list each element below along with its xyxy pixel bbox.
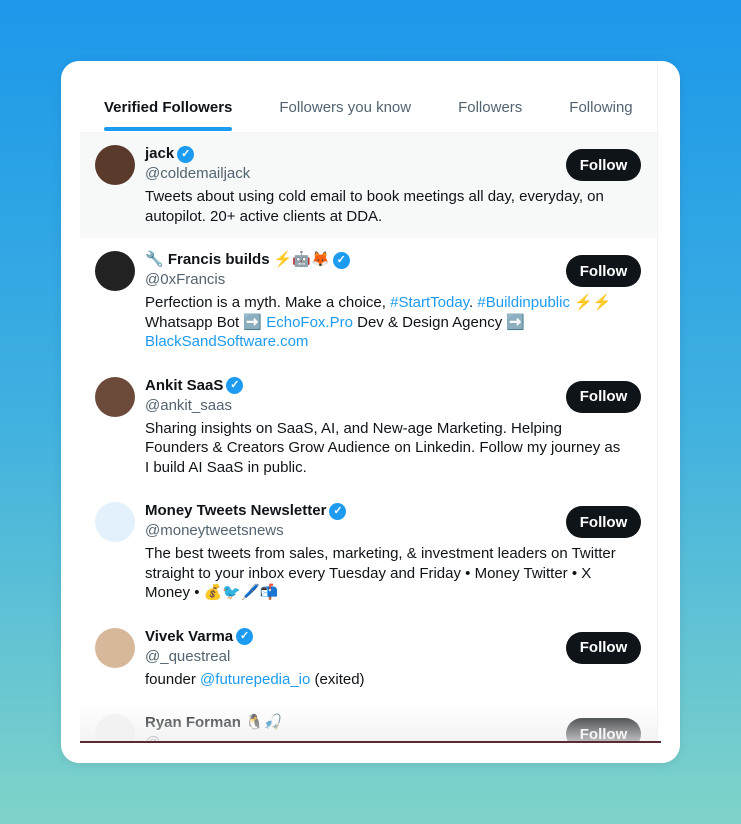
- follow-button[interactable]: Follow: [566, 506, 641, 538]
- bio-link[interactable]: #Buildinpublic: [477, 294, 570, 311]
- followers-panel: Verified Followers Followers you know Foll…: [80, 61, 658, 743]
- list-item[interactable]: Money Tweets Newsletter ✓ @moneytweetsnew…: [80, 489, 657, 615]
- tab-followers[interactable]: Followers: [458, 61, 522, 132]
- verified-badge-icon: ✓: [177, 145, 195, 163]
- tab-following[interactable]: Following: [569, 61, 632, 132]
- bio-link[interactable]: EchoFox.Pro: [266, 314, 353, 331]
- bio-text: (exited): [310, 670, 365, 688]
- tab-bar: Verified Followers Followers you know Foll…: [80, 61, 657, 132]
- verified-badge-icon: ✓: [329, 502, 347, 520]
- followers-card: Verified Followers Followers you know Foll…: [61, 61, 680, 763]
- user-bio: Tweets about using cold email to book me…: [145, 187, 625, 226]
- avatar[interactable]: [95, 145, 135, 185]
- user-list: jack ✓ @coldemailjack Tweets about using …: [80, 132, 657, 743]
- follow-button[interactable]: Follow: [566, 718, 641, 743]
- tab-followers-you-know[interactable]: Followers you know: [279, 61, 411, 132]
- user-name[interactable]: Money Tweets Newsletter: [145, 501, 326, 521]
- avatar[interactable]: [95, 502, 135, 542]
- follow-button[interactable]: Follow: [566, 380, 641, 413]
- verified-badge-icon: ✓: [332, 251, 350, 269]
- user-bio: The best tweets from sales, marketing, &…: [145, 544, 625, 603]
- bio-text: Perfection is a myth. Make a choice,: [145, 294, 391, 311]
- follow-button[interactable]: Follow: [566, 255, 641, 287]
- user-name[interactable]: Ryan Forman 🐧🎣: [145, 713, 282, 733]
- follow-button[interactable]: Follow: [566, 631, 641, 664]
- avatar[interactable]: [95, 251, 135, 291]
- list-item[interactable]: Vivek Varma ✓ @_questreal founder @future…: [80, 615, 657, 702]
- user-bio: founder @futurepedia_io (exited): [145, 670, 625, 690]
- follow-button[interactable]: Follow: [566, 149, 641, 181]
- bio-link[interactable]: BlackSandSoftware.com: [145, 333, 308, 350]
- list-item[interactable]: Ankit SaaS ✓ @ankit_saas Sharing insights…: [80, 364, 657, 490]
- user-name[interactable]: Ankit SaaS: [145, 376, 223, 396]
- bio-text: Dev & Design Agency ➡️: [352, 313, 526, 331]
- avatar[interactable]: [95, 627, 135, 668]
- verified-badge-icon: ✓: [236, 628, 254, 645]
- user-name[interactable]: 🔧 Francis builds ⚡🤖🦊: [145, 250, 330, 270]
- avatar[interactable]: [95, 714, 135, 743]
- bio-text: Tweets about using cold email to book me…: [145, 188, 604, 225]
- verified-badge-icon: ✓: [226, 377, 244, 394]
- bio-text: The best tweets from sales, marketing, &…: [145, 545, 616, 601]
- user-name[interactable]: jack: [145, 144, 174, 164]
- user-name[interactable]: Vivek Varma: [145, 627, 233, 647]
- bio-text: Sharing insights on SaaS, AI, and New-ag…: [145, 419, 621, 476]
- list-item[interactable]: Ryan Forman 🐧🎣 @... Follow: [80, 701, 657, 743]
- bio-link[interactable]: #StartToday: [390, 294, 469, 311]
- list-item[interactable]: jack ✓ @coldemailjack Tweets about using …: [80, 132, 657, 238]
- bio-link[interactable]: @futurepedia_io: [200, 671, 310, 688]
- divider: [80, 741, 661, 743]
- list-item[interactable]: 🔧 Francis builds ⚡🤖🦊 ✓ @0xFrancis Perfect…: [80, 238, 657, 364]
- user-bio: Sharing insights on SaaS, AI, and New-ag…: [145, 419, 625, 478]
- bio-text: founder: [145, 670, 201, 688]
- user-bio: Perfection is a myth. Make a choice, #St…: [145, 293, 625, 352]
- avatar[interactable]: [95, 376, 135, 417]
- tab-verified-followers[interactable]: Verified Followers: [104, 61, 233, 132]
